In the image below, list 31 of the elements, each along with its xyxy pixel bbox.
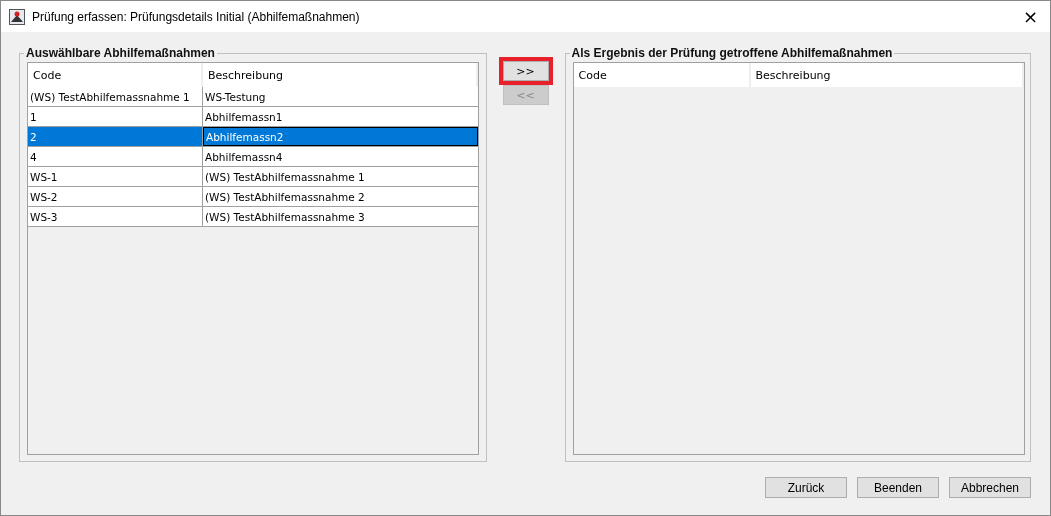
- dialog-button[interactable]: Beenden: [857, 477, 939, 498]
- table-row[interactable]: 1 Abhilfemassn1: [28, 107, 478, 127]
- table-cell: (WS) TestAbhilfemassnahme 1: [28, 87, 203, 106]
- app-icon: [9, 8, 25, 25]
- window-title: Prüfung erfassen: Prüfungsdetails Initial (Abhilfemaßnahmen): [32, 9, 361, 24]
- table-row[interactable]: (WS) TestAbhilfemassnahme 1 WS-Testung: [28, 87, 478, 107]
- table-cell: WS-1: [28, 167, 203, 186]
- table-cell: WS-3: [28, 207, 203, 226]
- table-cell-text: Abhilfemassn1: [204, 109, 284, 125]
- group-title: Als Ergebnis der Prüfung getroffene Abhilfemaßnahmen: [570, 46, 894, 60]
- table-cell-text: (WS) TestAbhilfemassnahme 1: [204, 169, 366, 185]
- table-cell: 4: [28, 147, 203, 166]
- table-cell: Abhilfemassn2: [203, 127, 478, 146]
- table-cell: WS-2: [28, 187, 203, 206]
- column-header[interactable]: Beschreibung: [750, 63, 1024, 87]
- table-row[interactable]: 4 Abhilfemassn4: [28, 147, 478, 167]
- group-title: Auswählbare Abhilfemaßnahmen: [25, 46, 216, 60]
- table-cell-text: (WS) TestAbhilfemassnahme 2: [204, 189, 366, 205]
- table-cell: 1: [28, 107, 203, 126]
- column-header[interactable]: Code: [573, 63, 751, 87]
- close-icon[interactable]: ×: [1022, 6, 1038, 27]
- table-cell-text: WS-Testung: [204, 89, 267, 105]
- dialog-button[interactable]: Zurück: [765, 477, 847, 498]
- table-row[interactable]: WS-2 (WS) TestAbhilfemassnahme 2: [28, 187, 478, 207]
- table-cell: 2: [28, 127, 203, 146]
- table-cell-text: Abhilfemassn4: [204, 149, 284, 165]
- dialog-button[interactable]: Abbrechen: [949, 477, 1031, 498]
- table-row[interactable]: WS-1 (WS) TestAbhilfemassnahme 1: [28, 167, 478, 187]
- table-row[interactable]: WS-3 (WS) TestAbhilfemassnahme 3: [28, 207, 478, 227]
- table-row[interactable]: 2 Abhilfemassn2: [28, 127, 478, 147]
- table-cell-text: (WS) TestAbhilfemassnahme 3: [204, 209, 366, 225]
